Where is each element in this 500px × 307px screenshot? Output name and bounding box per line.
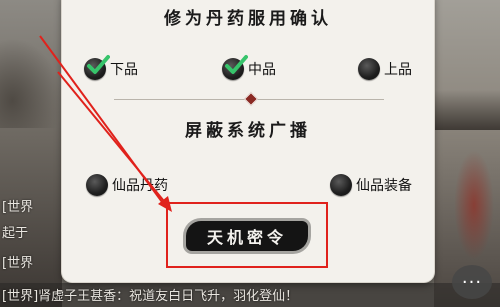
radio-high-grade[interactable] — [358, 58, 380, 80]
chat-line-1: [世界 — [2, 200, 34, 215]
radio-immortal-pill[interactable] — [86, 174, 108, 196]
divider-ornament — [243, 91, 259, 107]
option-immortal-pill[interactable]: 仙品丹药 — [86, 174, 168, 196]
option-high-grade[interactable]: 上品 — [358, 58, 412, 80]
chat-button[interactable]: ··· — [452, 265, 492, 299]
background-mountain — [0, 38, 62, 128]
option-high-grade-label: 上品 — [384, 62, 412, 78]
option-immortal-pill-label: 仙品丹药 — [112, 178, 168, 194]
chat-line-4: [世界]肾虚子王甚香：祝道友白日飞升，羽化登仙！ — [2, 289, 299, 304]
option-immortal-equipment[interactable]: 仙品装备 — [330, 174, 412, 196]
option-low-grade[interactable]: 下品 — [84, 55, 138, 80]
panel-title: 修为丹药服用确认 — [164, 9, 332, 29]
chat-line-2: 起于 — [2, 226, 29, 241]
check-icon — [225, 55, 248, 74]
chat-line-3: [世界 — [2, 256, 34, 271]
check-icon — [87, 55, 110, 74]
highlight-frame: 天机密令 — [166, 202, 328, 268]
background-roof — [434, 90, 500, 130]
broadcast-section-title: 屏蔽系统广播 — [185, 121, 311, 141]
option-mid-grade-label: 中品 — [248, 62, 276, 78]
background-lantern — [454, 150, 494, 260]
radio-low-grade[interactable] — [84, 55, 110, 80]
option-low-grade-label: 下品 — [110, 62, 138, 78]
radio-mid-grade[interactable] — [222, 55, 248, 80]
option-mid-grade[interactable]: 中品 — [222, 55, 276, 80]
radio-immortal-equipment[interactable] — [330, 174, 352, 196]
confirm-panel: 修为丹药服用确认 下品 中品 上品 屏蔽系统广播 仙品丹药 仙品装备 天机密令 — [62, 0, 434, 282]
secret-order-button[interactable]: 天机密令 — [186, 221, 308, 251]
chat-bubble-icon: ··· — [461, 271, 483, 293]
option-immortal-equipment-label: 仙品装备 — [356, 178, 412, 194]
